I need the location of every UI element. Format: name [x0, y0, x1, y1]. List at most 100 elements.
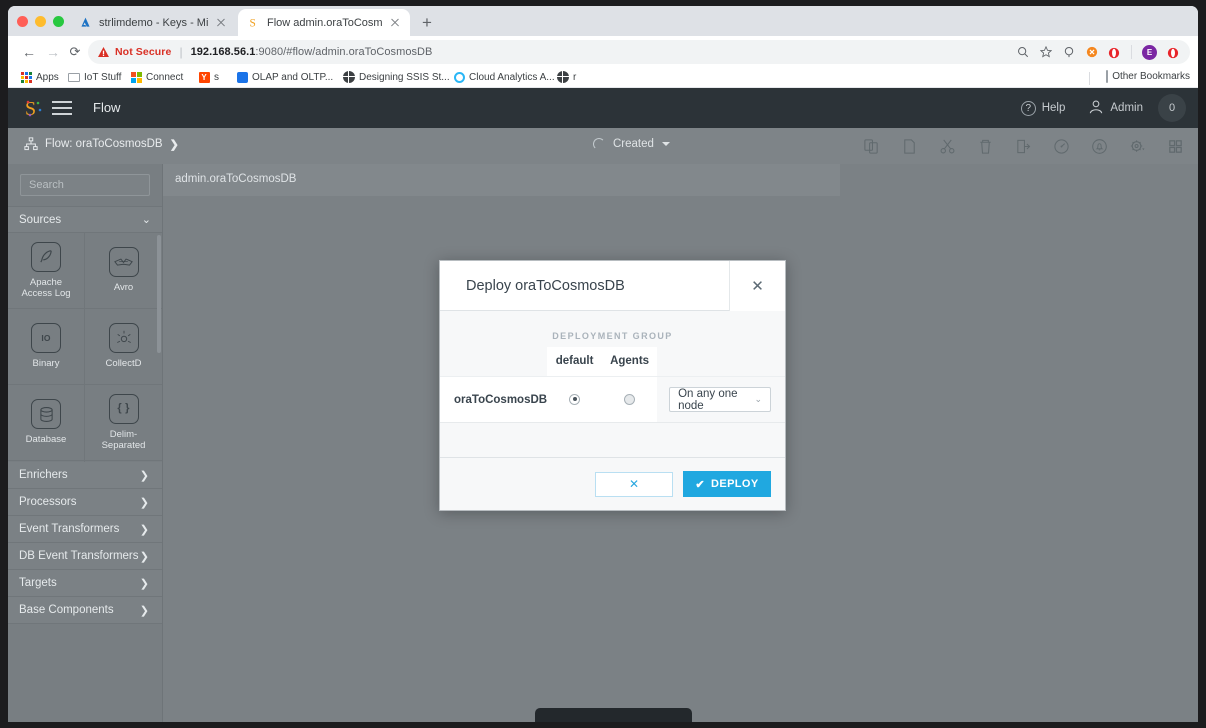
- check-icon: ✔: [695, 478, 705, 491]
- bookmark-label: IoT Stuff: [84, 71, 122, 83]
- column-header-default: default: [547, 347, 603, 377]
- close-icon[interactable]: ✕: [729, 261, 785, 311]
- address-bar[interactable]: Not Secure | 192.168.56.1:9080/#flow/adm…: [88, 40, 1190, 64]
- table-head: default Agents: [440, 347, 785, 377]
- deploy-button-label: DEPLOY: [710, 478, 759, 490]
- url-host: 192.168.56.1: [190, 46, 256, 58]
- bookmark-apps[interactable]: Apps: [20, 71, 59, 83]
- url-path: :9080/#flow/admin.oraToCosmosDB: [255, 46, 433, 58]
- copy-paste-icon[interactable]: [863, 138, 880, 155]
- export-icon[interactable]: [1015, 138, 1032, 155]
- notification-count-badge[interactable]: 0: [1158, 94, 1186, 122]
- grid-view-icon[interactable]: [1167, 138, 1184, 155]
- radio-default[interactable]: [569, 393, 581, 405]
- bookmark-r[interactable]: r: [557, 71, 576, 83]
- bookmark-label: Designing SSIS St...: [359, 71, 450, 83]
- new-tab-button[interactable]: +: [418, 14, 436, 32]
- user-menu-button[interactable]: Admin: [1088, 99, 1143, 118]
- omnibox-icons: E: [1016, 44, 1180, 60]
- distribution-cell[interactable]: On any one node ⌄: [657, 376, 785, 422]
- flow-icon: [24, 137, 38, 151]
- modal-body: DEPLOYMENT GROUP default Agents oraToCos…: [440, 311, 785, 457]
- profile-avatar[interactable]: E: [1142, 44, 1157, 60]
- forward-icon[interactable]: →: [44, 43, 62, 61]
- reload-icon[interactable]: ⟳: [66, 43, 84, 61]
- deploy-modal: Deploy oraToCosmosDB ✕ DEPLOYMENT GROUP …: [439, 260, 786, 511]
- sub-header: Flow: oraToCosmosDB ❯ Created: [8, 128, 1198, 164]
- other-bookmarks-label: Other Bookmarks: [1112, 71, 1190, 82]
- bookmark-iot-stuff[interactable]: IoT Stuff: [68, 71, 121, 83]
- svg-text:S: S: [25, 98, 36, 120]
- bookmark-s[interactable]: Y s: [198, 71, 219, 83]
- back-icon[interactable]: ←: [20, 43, 38, 61]
- delete-icon[interactable]: [977, 138, 994, 155]
- copy-icon[interactable]: [901, 138, 918, 155]
- app-header: S Flow ? Help Admin 0: [8, 88, 1198, 128]
- close-icon[interactable]: [214, 16, 228, 30]
- cancel-button[interactable]: ✕: [595, 471, 673, 497]
- column-header-agents: Agents: [602, 347, 658, 377]
- url-text: 192.168.56.1:9080/#flow/admin.oraToCosmo…: [191, 46, 433, 58]
- apps-grid-icon: [20, 71, 32, 83]
- bookmark-cloud-analytics[interactable]: Cloud Analytics A...: [453, 71, 555, 83]
- radio-default-cell[interactable]: [547, 376, 603, 422]
- breadcrumb-label: Flow: oraToCosmosDB: [45, 138, 163, 150]
- radio-agents[interactable]: [624, 393, 636, 405]
- help-label: Help: [1041, 102, 1066, 114]
- deployment-group-label: DEPLOYMENT GROUP: [552, 331, 673, 341]
- striim-logo[interactable]: S: [22, 96, 46, 120]
- zoom-icon[interactable]: [1016, 46, 1029, 59]
- extension-orange-icon[interactable]: [1085, 46, 1098, 59]
- blue-ring-icon: [453, 71, 465, 83]
- monitor-icon[interactable]: [1053, 138, 1070, 155]
- radio-agents-cell[interactable]: [602, 376, 658, 422]
- other-bookmarks-button[interactable]: Other Bookmarks: [1106, 70, 1190, 83]
- distribution-value: On any one node: [678, 387, 738, 412]
- bookmark-label: r: [573, 71, 577, 83]
- opera-red-icon[interactable]: [1167, 46, 1180, 59]
- settings-icon[interactable]: [1129, 138, 1146, 155]
- star-icon[interactable]: [1039, 45, 1052, 59]
- bookmark-olap-oltp[interactable]: OLAP and OLTP...: [236, 71, 333, 83]
- deploy-button[interactable]: ✔ DEPLOY: [683, 471, 771, 497]
- question-mark-icon: ?: [1020, 100, 1036, 116]
- table-body: oraToCosmosDB On any one node ⌄: [440, 376, 785, 422]
- help-button[interactable]: ? Help: [1020, 100, 1066, 116]
- bookmark-label: Connect: [146, 71, 184, 83]
- divider: [1131, 45, 1132, 59]
- row-name: oraToCosmosDB: [440, 376, 548, 422]
- yammer-icon: Y: [198, 71, 210, 83]
- browser-tab-2[interactable]: S Flow admin.oraToCosmosDB: [238, 9, 410, 36]
- cut-icon[interactable]: [939, 138, 956, 155]
- modal-header: Deploy oraToCosmosDB ✕: [440, 261, 785, 311]
- divider: [1089, 72, 1090, 85]
- maximize-window-button[interactable]: [53, 16, 64, 27]
- folder-icon: [1106, 70, 1109, 83]
- flow-status[interactable]: Created: [593, 138, 670, 150]
- chevron-right-icon[interactable]: ❯: [170, 138, 179, 151]
- blue-doc-icon: [236, 71, 248, 83]
- breadcrumb[interactable]: Flow: oraToCosmosDB ❯: [24, 137, 179, 151]
- extension-icon[interactable]: [1062, 46, 1075, 59]
- distribution-dropdown[interactable]: On any one node ⌄: [669, 387, 771, 412]
- bookmark-designing-ssis[interactable]: Designing SSIS St...: [343, 71, 450, 83]
- opera-icon[interactable]: [1108, 46, 1121, 59]
- table-row: oraToCosmosDB On any one node ⌄: [440, 376, 785, 422]
- browser-tab-1[interactable]: strlimdemo - Keys - Microsoft: [70, 9, 236, 36]
- chevron-down-icon[interactable]: [661, 142, 670, 146]
- bookmark-label: Apps: [36, 71, 59, 83]
- warning-triangle-icon: [98, 47, 109, 57]
- window-controls[interactable]: [17, 16, 64, 27]
- browser-tab-2-title: Flow admin.oraToCosmosDB: [267, 16, 382, 29]
- close-window-button[interactable]: [17, 16, 28, 27]
- bookmark-connect[interactable]: Connect: [130, 71, 183, 83]
- browser-tab-1-title: strlimdemo - Keys - Microsoft: [99, 16, 208, 29]
- user-icon: [1088, 99, 1104, 118]
- close-icon[interactable]: [388, 16, 402, 30]
- striim-app: S Flow ? Help Admin 0 Flow: oraToCosmosD…: [8, 88, 1198, 722]
- alerts-icon[interactable]: [1091, 138, 1108, 155]
- status-label: Created: [613, 138, 654, 150]
- menu-toggle-button[interactable]: [52, 101, 72, 115]
- chevron-down-icon[interactable]: ⌄: [754, 394, 762, 405]
- minimize-window-button[interactable]: [35, 16, 46, 27]
